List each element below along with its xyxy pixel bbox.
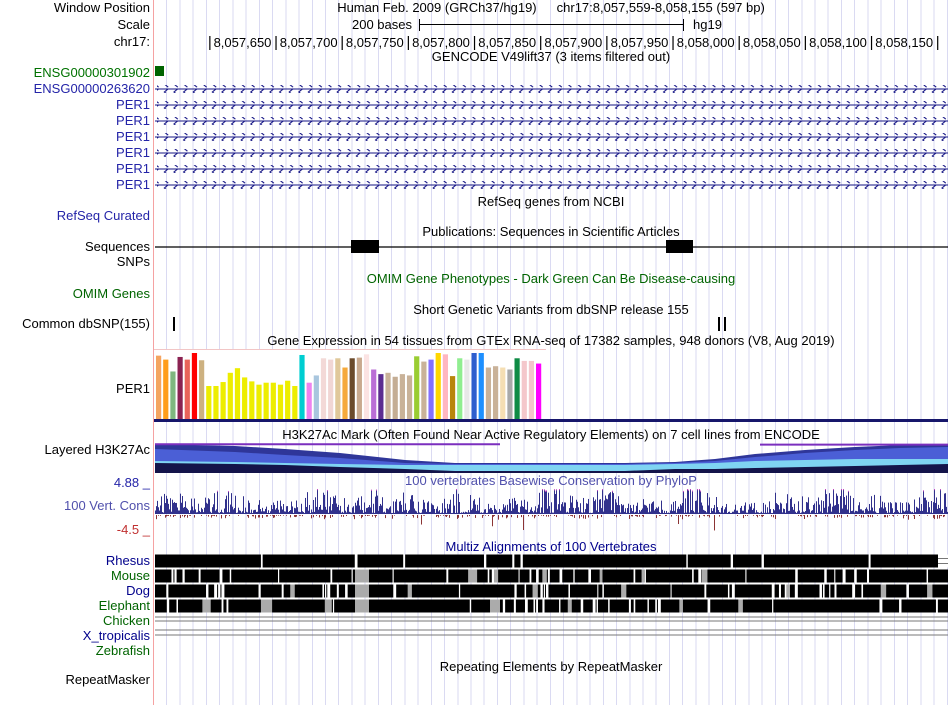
species-label-mouse[interactable]: Mouse xyxy=(111,569,150,583)
position-range-label: chr17:8,057,559-8,058,155 (597 bp) xyxy=(556,0,765,15)
window-position-label: Window Position xyxy=(53,0,150,15)
track-label-100-vert-cons[interactable]: 100 Vert. Cons xyxy=(64,499,150,513)
assembly-label: Human Feb. 2009 (GRCh37/hg19) xyxy=(337,0,537,15)
track-title-h3k27ac[interactable]: H3K27Ac Mark (Often Found Near Active Re… xyxy=(154,428,948,442)
scale-bar-right-cap xyxy=(683,19,685,31)
track-title-omim[interactable]: OMIM Gene Phenotypes - Dark Green Can Be… xyxy=(154,272,948,286)
gene-label-ensg00000301902[interactable]: ENSG00000301902 xyxy=(34,66,150,80)
scale-bar-left-cap xyxy=(419,19,421,31)
gene-label-ensg00000263620[interactable]: ENSG00000263620 xyxy=(34,82,150,96)
track-label-omim-genes[interactable]: OMIM Genes xyxy=(73,287,150,301)
track-title-repeatmasker[interactable]: Repeating Elements by RepeatMasker xyxy=(154,660,948,674)
track-title-gtex[interactable]: Gene Expression in 54 tissues from GTEx … xyxy=(154,334,948,348)
species-label-rhesus[interactable]: Rhesus xyxy=(106,554,150,568)
species-label-elephant[interactable]: Elephant xyxy=(99,599,150,613)
gene-label-per1[interactable]: PER1 xyxy=(116,146,150,160)
track-label-layered-h3k27ac[interactable]: Layered H3K27Ac xyxy=(44,443,150,457)
conservation-max-value: 4.88 _ xyxy=(113,475,150,490)
chromosome-label: chr17: xyxy=(113,34,150,49)
gene-label-per1[interactable]: PER1 xyxy=(116,162,150,176)
scale-row-label: Scale xyxy=(117,17,150,32)
gene-label-per1[interactable]: PER1 xyxy=(116,178,150,192)
gene-label-per1[interactable]: PER1 xyxy=(116,114,150,128)
scale-bar xyxy=(419,24,684,26)
genome-browser-image: Window Position Human Feb. 2009 (GRCh37/… xyxy=(0,0,950,705)
ruler-tick-label: 8,058,150 xyxy=(875,35,934,50)
scale-value-label: 200 bases xyxy=(352,17,412,32)
track-title-multiz[interactable]: Multiz Alignments of 100 Vertebrates xyxy=(154,540,948,554)
track-label-common-dbsnp[interactable]: Common dbSNP(155) xyxy=(22,317,150,331)
gene-label-per1[interactable]: PER1 xyxy=(116,98,150,112)
track-title-gencode[interactable]: GENCODE V49lift37 (3 items filtered out) xyxy=(154,50,948,64)
track-label-sequences[interactable]: Sequences xyxy=(85,240,150,254)
window-position-value: Human Feb. 2009 (GRCh37/hg19) chr17:8,057… xyxy=(154,1,948,15)
genome-label: hg19 xyxy=(693,17,722,32)
track-title-dbsnp[interactable]: Short Genetic Variants from dbSNP releas… xyxy=(154,303,948,317)
track-label-repeatmasker[interactable]: RepeatMasker xyxy=(65,673,150,687)
track-label-snps[interactable]: SNPs xyxy=(117,255,150,269)
gene-label-per1[interactable]: PER1 xyxy=(116,130,150,144)
species-label-zebrafish[interactable]: Zebrafish xyxy=(96,644,150,658)
conservation-min-value: -4.5 _ xyxy=(116,522,150,537)
track-label-refseq-curated[interactable]: RefSeq Curated xyxy=(57,209,150,223)
track-title-refseq[interactable]: RefSeq genes from NCBI xyxy=(154,195,948,209)
species-label-dog[interactable]: Dog xyxy=(126,584,150,598)
track-label-gtex-per1[interactable]: PER1 xyxy=(116,382,150,396)
species-label-chicken[interactable]: Chicken xyxy=(103,614,150,628)
track-title-phylop[interactable]: 100 vertebrates Basewise Conservation by… xyxy=(154,474,948,488)
track-title-publications[interactable]: Publications: Sequences in Scientific Ar… xyxy=(154,225,948,239)
species-label-x-tropicalis[interactable]: X_tropicalis xyxy=(83,629,150,643)
